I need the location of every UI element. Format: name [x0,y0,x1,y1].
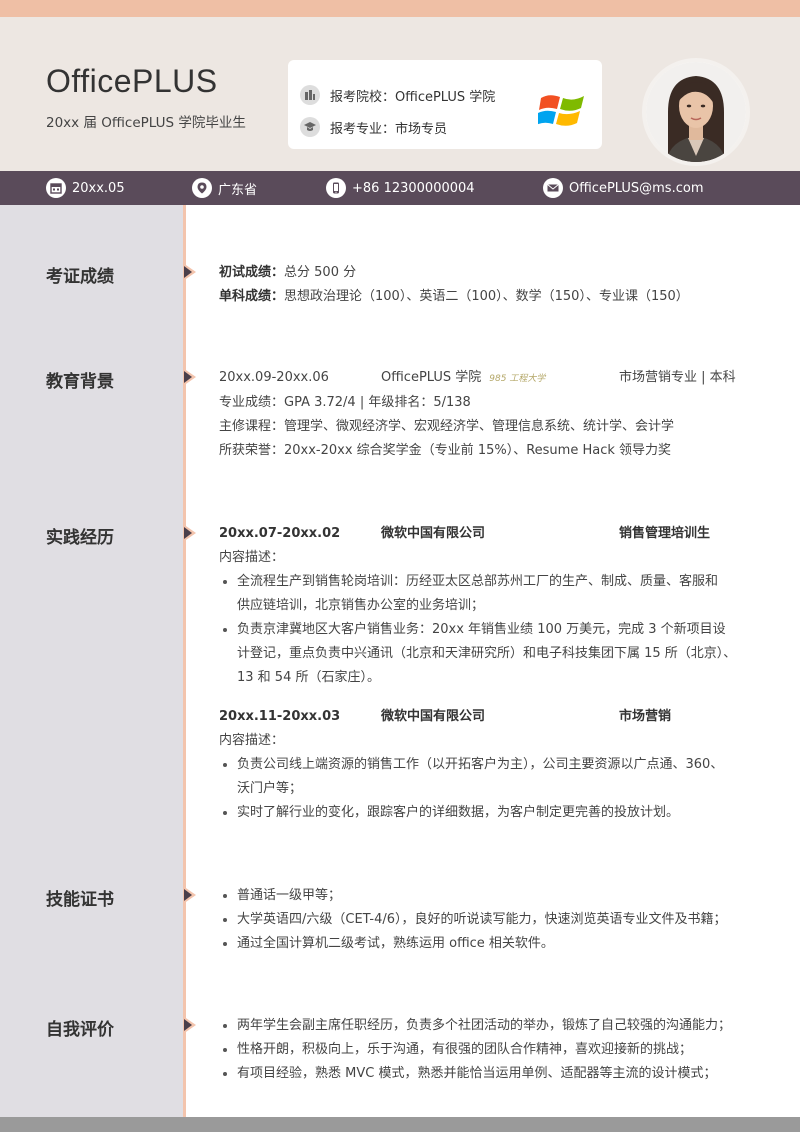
job2-bullet-2: 实时了解行业的变化，跟踪客户的详细数据，为客户制定更完善的投放计划。 [219,801,769,825]
info-location-text: 广东省 [218,182,258,198]
job2-period: 20xx.11-20xx.03 [219,709,341,724]
exam-subjects-label: 单科成绩： [219,289,285,304]
info-email[interactable]: OfficePLUS@ms.com [543,171,703,205]
job1-role: 销售管理培训生 [619,526,711,541]
job2-company: 微软中国有限公司 [381,709,486,724]
exam-subjects-value: 思想政治理论（100）、英语二（100）、数学（150）、专业课（150） [284,289,689,304]
resume-header: OfficePLUS 20xx 届 OfficePLUS 学院毕业生 报考院校：… [0,17,800,171]
section-title-self: 自我评价 [46,1020,114,1040]
info-email-text[interactable]: OfficePLUS@ms.com [569,181,703,196]
section-title-skills: 技能证书 [46,890,114,910]
job1-bullet-1-cont: 供应链培训，北京销售办公室的业务培训； [237,598,485,613]
windows-logo-icon [538,95,584,126]
exam-initial-label: 初试成绩： [219,265,285,280]
profile-photo [642,58,750,166]
timeline-divider [183,205,186,1117]
section-marker-self [183,1016,196,1034]
contact-info-bar: 20xx.05 广东省 +86 12300000004 OfficePLUS@m… [0,171,800,205]
job2-desc-label: 内容描述： [219,733,285,748]
section-marker-exam [183,263,196,281]
exam-initial-value: 总分 500 分 [284,265,357,280]
info-phone: +86 12300000004 [326,171,475,205]
info-location: 广东省 [192,171,257,205]
top-accent-bar [0,0,800,17]
location-pin-icon [192,178,212,198]
edu-school-tag: 985 工程大学 [489,374,546,384]
practice-job-2: 20xx.11-20xx.03 微软中国有限公司 市场营销 内容描述： 负责公司… [219,705,769,825]
info-date: 20xx.05 [46,171,125,205]
building-icon [300,85,320,105]
self-content: 两年学生会副主席任职经历，负责多个社团活动的举办，锻炼了自己较强的沟通能力； 性… [219,1014,769,1086]
edu-major: 市场营销专业 | 本科 [619,370,736,385]
section-title-practice: 实践经历 [46,528,114,548]
job1-bullet-1: 全流程生产到销售轮岗培训：历经亚太区总部苏州工厂的生产、制成、质量、客服和 [219,570,769,594]
skills-content: 普通话一级甲等； 大学英语四/六级（CET-4/6），良好的听说读写能力，快速浏… [219,884,769,956]
school-row: 报考院校： OfficePLUS 学院 [300,85,495,105]
section-marker-education [183,368,196,386]
section-title-education: 教育背景 [46,372,114,392]
section-marker-practice [183,524,196,542]
major-row: 报考专业： 市场专员 [300,117,447,137]
skill-item-1: 普通话一级甲等； [219,884,769,908]
edu-honors: 所获荣誉：20xx-20xx 综合奖学金（专业前 15%）、Resume Hac… [219,443,672,458]
section-marker-skills [183,886,196,904]
skill-item-3: 通过全国计算机二级考试，熟练运用 office 相关软件。 [219,932,769,956]
calendar-icon [46,178,66,198]
job1-bullet-2-cont: 计登记，重点负责中兴通讯（北京和天津研究所）和电子科技集团下属 15 所（北京）… [237,646,737,661]
skill-item-2: 大学英语四/六级（CET-4/6），良好的听说读写能力，快速浏览英语专业文件及书… [219,908,769,932]
mail-icon [543,178,563,198]
school-value: OfficePLUS 学院 [395,89,496,105]
edu-courses: 主修课程：管理学、微观经济学、宏观经济学、管理信息系统、统计学、会计学 [219,419,675,434]
edu-period: 20xx.09-20xx.06 [219,370,329,385]
phone-icon [326,178,346,198]
self-item-3: 有项目经验，熟悉 MVC 模式，熟悉并能恰当运用单例、适配器等主流的设计模式； [219,1062,769,1086]
school-label: 报考院校： [330,89,396,105]
job1-desc-label: 内容描述： [219,550,285,565]
self-item-2: 性格开朗，积极向上，乐于沟通，有很强的团队合作精神，喜欢迎接新的挑战； [219,1038,769,1062]
job2-role: 市场营销 [619,709,672,724]
edu-grades: 专业成绩：GPA 3.72/4 | 年级排名：5/138 [219,395,471,410]
graduation-cap-icon [300,117,320,137]
job2-bullet-1: 负责公司线上端资源的销售工作（以开拓客户为主），公司主要资源以广点通、360、 [219,753,769,777]
info-phone-text: +86 12300000004 [352,180,475,196]
info-date-text: 20xx.05 [72,180,125,196]
job1-bullet-2-cont2: 13 和 54 所（石家庄）。 [237,670,380,685]
job2-bullet-1-cont: 沃门户等； [237,781,303,796]
bottom-accent-bar [0,1117,800,1132]
application-card: 报考院校： OfficePLUS 学院 报考专业： 市场专员 [288,60,602,149]
job1-bullet-2: 负责京津冀地区大客户销售业务：20xx 年销售业绩 100 万美元，完成 3 个… [219,618,769,642]
section-title-exam: 考证成绩 [46,267,114,287]
education-content: 20xx.09-20xx.06 OfficePLUS 学院 985 工程大学 市场… [219,366,769,463]
major-value: 市场专员 [395,121,448,137]
practice-job-1: 20xx.07-20xx.02 微软中国有限公司 销售管理培训生 内容描述： 全… [219,522,769,690]
exam-content: 初试成绩： 总分 500 分 单科成绩： 思想政治理论（100）、英语二（100）、… [219,261,769,309]
left-sidebar [0,205,184,1117]
job1-period: 20xx.07-20xx.02 [219,526,341,541]
major-label: 报考专业： [330,121,396,137]
job1-company: 微软中国有限公司 [381,526,486,541]
self-item-1: 两年学生会副主席任职经历，负责多个社团活动的举办，锻炼了自己较强的沟通能力； [219,1014,769,1038]
edu-school: OfficePLUS 学院 [381,370,482,385]
candidate-subtitle: 20xx 届 OfficePLUS 学院毕业生 [46,115,246,131]
candidate-name: OfficePLUS [46,63,218,99]
